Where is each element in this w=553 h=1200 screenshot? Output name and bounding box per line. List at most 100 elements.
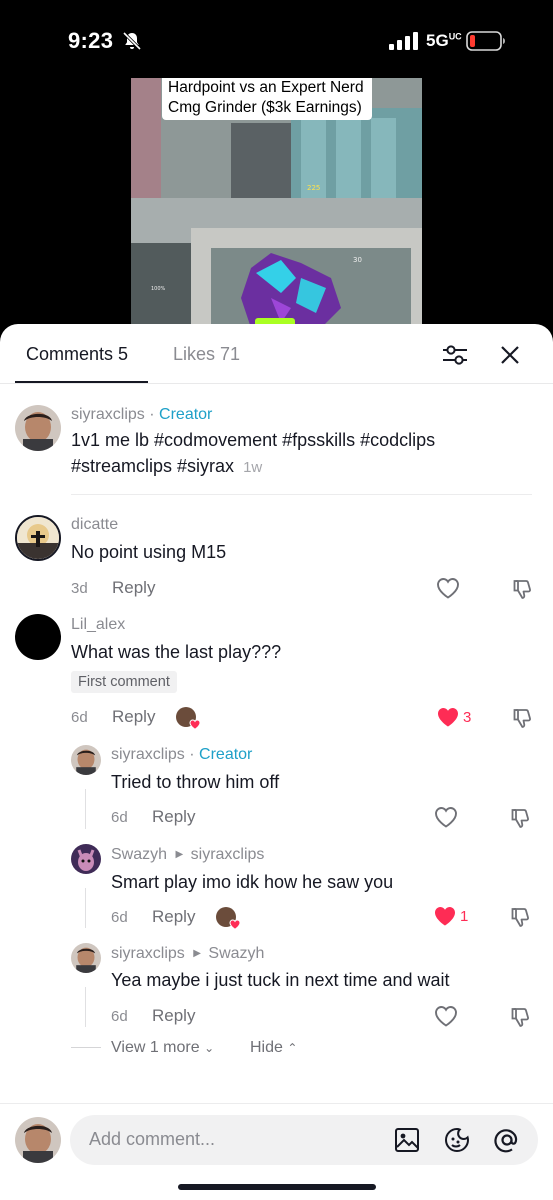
reply-to-arrow-icon: ▶ — [175, 849, 184, 860]
post-hashtags[interactable]: #streamclips #siyrax — [71, 456, 234, 476]
network-label: 5GUC — [426, 31, 462, 50]
add-comment-input[interactable]: Add comment... — [70, 1115, 538, 1165]
hide-label: Hide — [250, 1039, 283, 1056]
view-more-line — [71, 1047, 101, 1048]
thumbs-down-icon[interactable] — [512, 707, 534, 729]
reply-to-username[interactable]: Swazyh — [208, 945, 264, 962]
avatar-lil-alex[interactable] — [15, 614, 61, 660]
tab-likes[interactable]: Likes 71 — [173, 344, 240, 365]
comment-date: 6d — [71, 709, 88, 726]
avatar-current-user — [15, 1117, 61, 1163]
avatar-swazyh[interactable] — [71, 844, 101, 874]
reply-to-arrow-icon: ▶ — [193, 948, 201, 959]
avatar-creator[interactable] — [15, 405, 61, 451]
creator-avatar-image — [15, 405, 61, 451]
reply-text: Smart play imo idk how he saw you — [111, 872, 394, 892]
creator-label: Creator — [199, 746, 253, 763]
heart-filled-icon[interactable] — [433, 905, 457, 927]
thumbs-down-icon[interactable] — [510, 906, 532, 928]
bell-muted-icon — [122, 31, 142, 51]
avatar-siyraxclips[interactable] — [71, 943, 101, 973]
svg-text:225: 225 — [307, 184, 320, 192]
signal-icon — [389, 32, 418, 50]
filter-sliders-icon[interactable] — [442, 343, 468, 367]
post-username-row: siyraxclips · Creator — [71, 406, 212, 424]
heart-outline-icon[interactable] — [434, 1005, 458, 1027]
emoji-sticker-icon[interactable] — [444, 1127, 470, 1153]
current-user-avatar-image — [15, 1117, 61, 1163]
avatar-dicatte[interactable] — [15, 515, 61, 561]
creator-liked-avatar — [176, 707, 201, 730]
reply-username[interactable]: siyraxclips — [111, 945, 185, 962]
heart-filled-icon — [189, 719, 201, 730]
view-more-label: View 1 more — [111, 1039, 200, 1056]
like-count: 3 — [463, 709, 472, 726]
heart-outline-icon[interactable] — [436, 577, 460, 599]
tab-comments[interactable]: Comments 5 — [26, 344, 128, 365]
creator-label: Creator — [159, 406, 213, 423]
thumbs-down-icon[interactable] — [510, 1006, 532, 1028]
reply-username[interactable]: Swazyh — [111, 846, 167, 863]
mention-at-icon[interactable] — [494, 1127, 520, 1153]
first-comment-badge: First comment — [71, 671, 177, 693]
reply-to-username[interactable]: siyraxclips — [191, 846, 265, 863]
reply-button[interactable]: Reply — [112, 707, 155, 727]
thumbs-down-icon[interactable] — [512, 578, 534, 600]
svg-text:30: 30 — [353, 256, 362, 264]
video-preview[interactable]: 225 30 100% Hardpoint vs an Expert Nerd … — [0, 78, 553, 328]
battery-icon — [466, 31, 505, 51]
tab-bar: Comments 5 Likes 71 — [0, 324, 553, 384]
home-indicator — [178, 1184, 376, 1190]
post-text-line-2: #streamclips #siyrax 1w — [71, 453, 262, 481]
heart-filled-icon[interactable] — [436, 706, 460, 728]
view-more-button[interactable]: View 1 more ⌄ — [111, 1039, 214, 1057]
reply-username-row: siyraxclips · Creator — [111, 746, 252, 764]
input-divider — [0, 1103, 553, 1104]
chevron-up-icon: ⌃ — [287, 1041, 298, 1055]
status-bar: 9:23 5GUC — [0, 0, 553, 78]
reply-button[interactable]: Reply — [152, 807, 195, 827]
creator-liked-avatar — [216, 907, 241, 930]
thread-line — [85, 888, 86, 928]
reply-username-row: siyraxclips ▶ Swazyh — [111, 945, 264, 963]
dicatte-avatar-image — [17, 517, 59, 559]
hide-button[interactable]: Hide ⌃ — [250, 1039, 297, 1057]
reply-date: 6d — [111, 909, 128, 926]
chevron-down-icon: ⌄ — [204, 1041, 215, 1055]
separator-dot: · — [149, 406, 155, 423]
image-icon[interactable] — [394, 1127, 420, 1153]
reply-username[interactable]: siyraxclips — [111, 746, 185, 763]
thread-line — [85, 987, 86, 1027]
reply-button[interactable]: Reply — [112, 578, 155, 598]
close-icon[interactable] — [499, 344, 521, 366]
reply-date: 6d — [111, 809, 128, 826]
like-count: 1 — [460, 908, 469, 925]
comment-text: What was the last play??? — [71, 642, 282, 662]
comment-username[interactable]: dicatte — [71, 516, 118, 534]
comment-date: 3d — [71, 580, 88, 597]
comment-username[interactable]: Lil_alex — [71, 616, 125, 634]
reply-text: Tried to throw him off — [111, 772, 280, 792]
reply-button[interactable]: Reply — [152, 907, 195, 927]
heart-filled-icon — [229, 919, 241, 930]
swazyh-avatar-image — [71, 844, 101, 874]
status-time: 9:23 — [68, 28, 114, 53]
thumbs-down-icon[interactable] — [510, 807, 532, 829]
caption-divider — [71, 494, 532, 495]
reply-date: 6d — [111, 1008, 128, 1025]
reply-username-row: Swazyh ▶ siyraxclips — [111, 846, 264, 864]
post-username[interactable]: siyraxclips — [71, 406, 145, 423]
post-text-line-1: 1v1 me lb #codmovement #fpsskills #codcl… — [71, 430, 436, 450]
separator-dot: · — [189, 746, 195, 763]
comments-sheet: Comments 5 Likes 71 siyraxclips · Creato… — [0, 324, 553, 1200]
svg-text:100%: 100% — [151, 286, 166, 292]
reply-button[interactable]: Reply — [152, 1006, 195, 1026]
avatar-siyraxclips[interactable] — [71, 745, 101, 775]
siyraxclips-avatar-image — [71, 943, 101, 973]
thread-line — [85, 789, 86, 829]
caption-line-1: Hardpoint vs an Expert Nerd — [168, 79, 364, 96]
reply-text: Yea maybe i just tuck in next time and w… — [111, 970, 450, 990]
heart-outline-icon[interactable] — [434, 806, 458, 828]
video-caption: Hardpoint vs an Expert Nerd Cmg Grinder … — [162, 78, 372, 120]
post-age: 1w — [243, 459, 263, 476]
